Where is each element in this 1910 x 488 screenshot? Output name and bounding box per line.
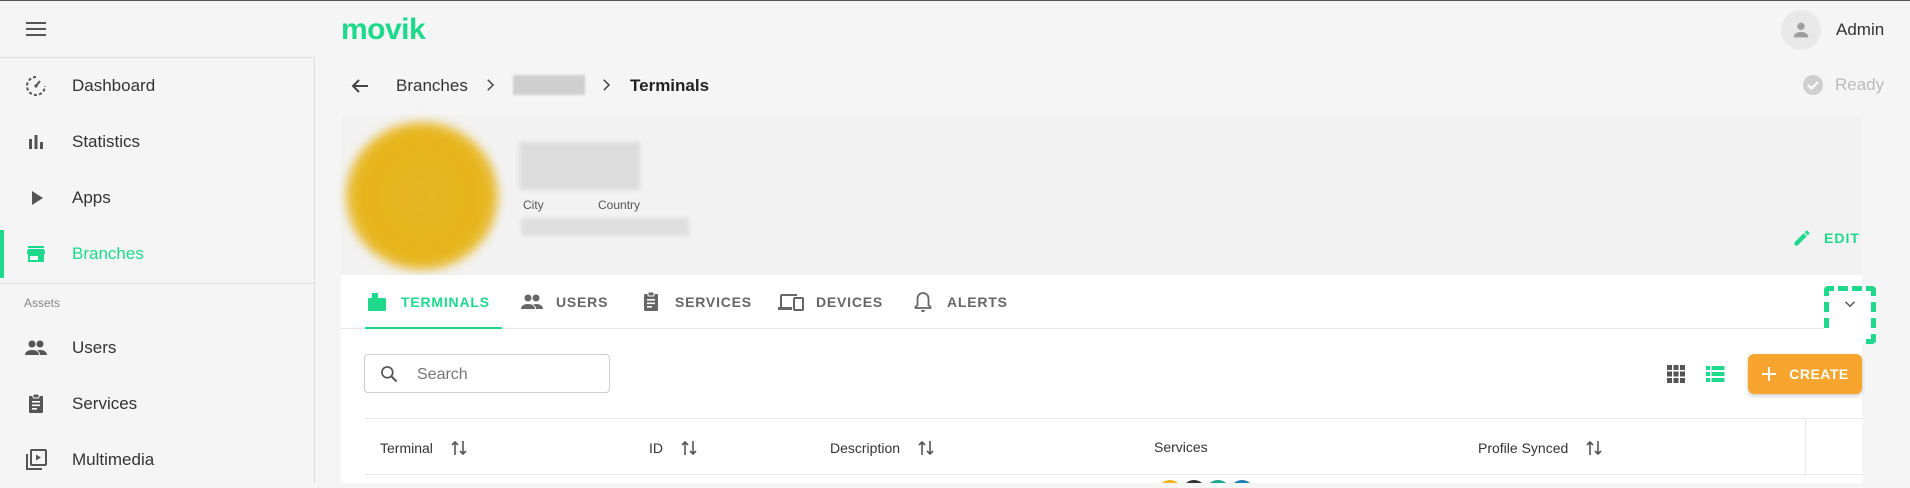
sidebar-item-label: Apps (72, 188, 111, 207)
clipboard-icon (644, 291, 658, 311)
breadcrumb-branches[interactable]: Branches (396, 76, 468, 96)
column-label: Services (1154, 439, 1208, 455)
sort-icon[interactable] (1586, 439, 1602, 457)
sort-icon[interactable] (918, 439, 934, 457)
chevron-right-icon (487, 79, 495, 91)
search-input[interactable] (415, 363, 599, 387)
clipboard-icon (29, 393, 43, 413)
video-library-icon (26, 449, 47, 470)
column-header-services: Services (1154, 439, 1208, 455)
pencil-icon (1794, 230, 1810, 246)
branch-logo-image (346, 122, 498, 270)
column-label: Profile Synced (1478, 440, 1569, 456)
column-label: Description (830, 440, 901, 456)
top-bar: movik Admin (0, 0, 1910, 57)
status-indicator: Ready (1801, 73, 1884, 97)
list-view-icon[interactable] (1703, 362, 1727, 386)
tab-label: SERVICES (675, 294, 752, 310)
dashboard-icon (26, 76, 46, 96)
column-header-id: ID (649, 439, 697, 457)
chevron-down-icon (1844, 301, 1856, 308)
sort-icon[interactable] (681, 439, 697, 457)
table-header: Terminal ID Description Services Profile… (364, 418, 1862, 476)
grid-view-icon[interactable] (1664, 362, 1688, 386)
play-icon (32, 191, 43, 205)
tab-label: ALERTS (947, 294, 1008, 310)
branch-name-blurred (519, 142, 640, 190)
sidebar-item-statistics[interactable]: Statistics (0, 114, 314, 170)
sidebar-item-users[interactable]: Users (0, 320, 314, 376)
sidebar-section-label: Assets (24, 296, 61, 310)
tab-services[interactable]: SERVICES (639, 275, 752, 329)
tab-label: TERMINALS (401, 294, 490, 310)
terminal-icon (368, 293, 386, 311)
hamburger-icon (26, 22, 46, 36)
sidebar-divider (0, 283, 314, 284)
edit-button[interactable]: EDIT (1792, 228, 1860, 248)
column-header-description: Description (830, 439, 934, 457)
check-circle-icon (1803, 75, 1823, 95)
tab-users[interactable]: USERS (520, 275, 608, 329)
column-divider (1805, 419, 1806, 476)
user-name[interactable]: Admin (1836, 20, 1884, 40)
column-header-terminal: Terminal (380, 439, 467, 457)
tab-alerts[interactable]: ALERTS (911, 275, 1008, 329)
tab-devices[interactable]: DEVICES (778, 275, 883, 329)
search-box[interactable] (364, 354, 610, 393)
breadcrumb-current: Terminals (630, 76, 710, 95)
sidebar-item-label: Services (72, 394, 138, 413)
sort-icon[interactable] (451, 439, 467, 457)
sidebar-item-branches[interactable]: Branches (0, 226, 314, 282)
devices-icon (778, 294, 804, 311)
sidebar-item-label: Branches (72, 244, 144, 263)
sidebar-item-label: Statistics (72, 132, 141, 151)
column-label: ID (649, 440, 663, 456)
person-icon (1793, 22, 1809, 38)
sidebar-item-label: Dashboard (72, 76, 156, 95)
breadcrumb-branch-name-blurred[interactable] (513, 75, 585, 95)
sidebar-item-dashboard[interactable]: Dashboard (0, 58, 314, 114)
create-label: CREATE (1789, 366, 1849, 382)
edit-label: EDIT (1824, 230, 1860, 246)
sidebar-item-label: Users (72, 338, 117, 357)
create-button[interactable]: CREATE (1748, 354, 1862, 394)
menu-button[interactable] (20, 16, 52, 42)
tab-label: USERS (556, 294, 609, 310)
bar-chart-icon (29, 135, 43, 149)
sidebar-item-services[interactable]: Services (0, 376, 314, 432)
bell-icon (914, 292, 932, 312)
tab-label: DEVICES (816, 294, 884, 310)
back-arrow-icon[interactable] (348, 74, 372, 98)
column-label: Terminal (380, 440, 433, 456)
branch-header-card (341, 115, 1862, 275)
store-icon (27, 246, 45, 262)
sidebar: Dashboard Statistics Apps Branches Asset… (0, 57, 315, 483)
city-label: City (523, 198, 544, 212)
people-icon (521, 294, 543, 309)
status-label: Ready (1835, 75, 1885, 94)
app-logo[interactable]: movik (341, 13, 426, 47)
tab-bar: TERMINALS USERS SERVICES DEVICES ALERTS (341, 275, 1862, 329)
avatar[interactable] (1781, 10, 1821, 50)
people-icon (25, 340, 47, 355)
plus-icon (1762, 367, 1777, 381)
sidebar-item-label: Multimedia (72, 450, 155, 469)
column-header-profile-synced: Profile Synced (1478, 439, 1602, 457)
sidebar-item-multimedia[interactable]: Multimedia (0, 432, 314, 488)
tab-terminals[interactable]: TERMINALS (365, 275, 502, 329)
country-label: Country (598, 198, 641, 212)
branch-address-blurred (521, 218, 689, 236)
sidebar-item-apps[interactable]: Apps (0, 170, 314, 226)
search-icon (381, 366, 398, 383)
chevron-right-icon (603, 79, 611, 91)
